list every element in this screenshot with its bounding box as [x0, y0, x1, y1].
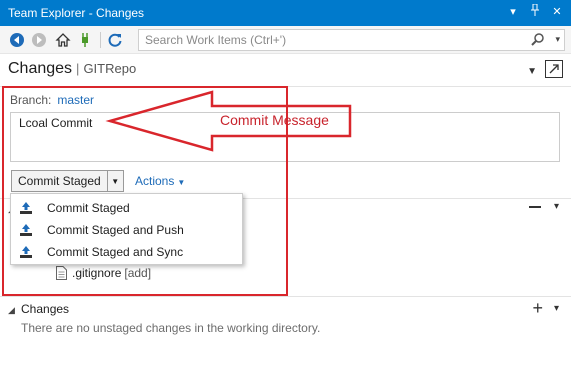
changes-title: Changes	[21, 302, 70, 316]
repo-name: GITRepo	[83, 61, 137, 76]
staged-file-status: [add]	[124, 266, 152, 280]
commit-dropdown-arrow-icon[interactable]: ▼	[106, 171, 123, 191]
toolbar-separator	[100, 32, 101, 48]
stage-all-icon[interactable]: +	[532, 299, 543, 317]
header-separator: |	[76, 61, 80, 76]
title-bar: Team Explorer - Changes ▾ ✕	[0, 0, 571, 26]
menu-item-label: Commit Staged and Sync	[47, 245, 184, 259]
commit-staged-button[interactable]: Commit Staged	[12, 171, 107, 191]
navigate-icon[interactable]	[545, 60, 563, 78]
commit-split-button: Commit Staged ▼	[11, 170, 124, 192]
commit-icon	[20, 202, 32, 214]
commit-push-icon	[20, 224, 32, 236]
window-title: Team Explorer - Changes	[8, 6, 145, 20]
toolbar: ▾	[0, 26, 571, 54]
file-icon	[56, 266, 67, 280]
menu-item-commit-staged-and-sync[interactable]: Commit Staged and Sync	[11, 241, 242, 263]
back-icon[interactable]	[8, 31, 26, 49]
changes-empty-message: There are no unstaged changes in the wor…	[21, 321, 321, 335]
menu-item-label: Commit Staged and Push	[47, 223, 184, 237]
connect-icon[interactable]	[76, 31, 94, 49]
annotation-label: Commit Message	[220, 112, 329, 128]
dropdown-icon[interactable]: ▾	[507, 4, 519, 21]
commit-dropdown-menu: Commit Staged Commit Staged and Push Com…	[10, 193, 243, 265]
staged-file-name: .gitignore	[72, 266, 122, 280]
changes-expander-icon[interactable]: ◢	[8, 305, 15, 316]
page-title: Changes	[8, 60, 73, 77]
forward-icon[interactable]	[30, 31, 48, 49]
staged-dropdown-icon[interactable]: ▾	[554, 201, 559, 212]
home-icon[interactable]	[54, 31, 72, 49]
search-input[interactable]	[139, 30, 519, 50]
staged-file-row[interactable]: .gitignore [add]	[56, 266, 151, 280]
commit-sync-icon	[20, 246, 32, 258]
page-header: Changes | GITRepo	[8, 60, 136, 78]
menu-item-commit-staged[interactable]: Commit Staged	[11, 197, 242, 219]
search-icon[interactable]	[530, 32, 546, 48]
actions-label: Actions	[135, 174, 175, 188]
pin-icon[interactable]	[529, 3, 541, 21]
page-menu-dropdown-icon[interactable]: ▼	[527, 66, 537, 77]
actions-menu[interactable]: Actions ▼	[135, 174, 185, 188]
branch-label: Branch:	[10, 93, 52, 107]
header-divider	[0, 86, 571, 87]
unstage-all-icon[interactable]	[529, 206, 541, 208]
actions-caret-icon: ▼	[177, 178, 186, 187]
refresh-icon[interactable]	[106, 31, 124, 49]
changes-dropdown-icon[interactable]: ▾	[554, 303, 559, 314]
changes-section: ◢ Changes + ▾ There are no unstaged chan…	[0, 296, 571, 379]
branch-row: Branch: master	[10, 93, 94, 107]
search-box: ▾	[138, 29, 565, 51]
search-dropdown-icon[interactable]: ▾	[555, 34, 560, 45]
menu-item-label: Commit Staged	[47, 201, 130, 215]
branch-link[interactable]: master	[57, 93, 94, 107]
close-icon[interactable]: ✕	[551, 4, 563, 21]
menu-item-commit-staged-and-push[interactable]: Commit Staged and Push	[11, 219, 242, 241]
